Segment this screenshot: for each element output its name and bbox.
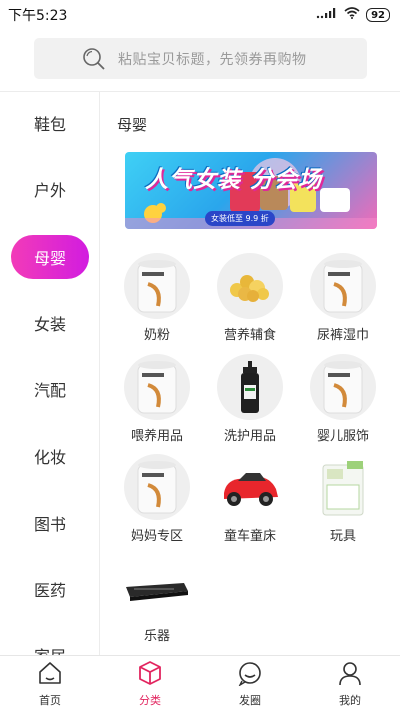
milk-powder-can-icon: [124, 354, 190, 420]
category-item-mom-zone[interactable]: 妈妈专区: [117, 454, 197, 546]
category-item-strollers-cribs[interactable]: 童车童床: [210, 454, 290, 546]
tab-label: 我的: [339, 693, 361, 707]
sidebar-item-home[interactable]: 家居: [0, 633, 99, 655]
keyboard-instrument-icon: [124, 554, 190, 620]
tab-home[interactable]: 首页: [0, 656, 100, 711]
tab-profile[interactable]: 我的: [300, 656, 400, 711]
sidebar-item-outdoor[interactable]: 户外: [0, 167, 99, 211]
search-input[interactable]: 粘贴宝贝标题，先领券再购物: [34, 38, 367, 79]
category-item-baby-food[interactable]: 营养辅食: [210, 253, 290, 345]
battery-indicator: 92: [366, 8, 390, 22]
tab-moments[interactable]: 发圈: [200, 656, 300, 711]
category-label: 妈妈专区: [130, 529, 183, 544]
section-title: 母婴: [117, 116, 148, 134]
category-item-diapers-wipes[interactable]: 尿裤湿巾: [303, 253, 383, 345]
milk-powder-can-icon: [124, 253, 190, 319]
lotion-bottle-icon: [217, 354, 283, 420]
sidebar-item-medicine[interactable]: 医药: [0, 567, 99, 611]
baby-food-icon: [217, 253, 283, 319]
sidebar-item-mother-baby[interactable]: 母婴: [11, 235, 89, 279]
home-icon: [37, 660, 63, 689]
tab-label: 发圈: [239, 693, 261, 707]
status-bar: 下午5:23 92: [0, 0, 400, 30]
tab-label: 分类: [139, 693, 161, 707]
category-label: 乐器: [143, 629, 170, 644]
milk-powder-can-icon: [310, 253, 376, 319]
banner-badge: 女装低至 9.9 折: [205, 211, 275, 226]
sidebar-item-auto-parts[interactable]: 汽配: [0, 367, 99, 411]
category-item-milk-powder[interactable]: 奶粉: [117, 253, 197, 345]
category-item-baby-clothing[interactable]: 婴儿服饰: [303, 354, 383, 446]
banner-title: 人气女装 分会场: [145, 167, 323, 193]
status-time: 下午5:23: [8, 8, 68, 24]
sidebar-item-cosmetics[interactable]: 化妆: [0, 434, 99, 478]
category-item-feeding[interactable]: 喂养用品: [117, 354, 197, 446]
chat-circle-icon: [237, 660, 263, 689]
category-label: 喂养用品: [130, 429, 183, 444]
milk-powder-can-icon: [310, 354, 376, 420]
user-icon: [337, 660, 363, 689]
tab-label: 首页: [39, 693, 61, 707]
toy-box-icon: [310, 454, 376, 520]
category-label: 营养辅食: [223, 328, 276, 343]
status-icons: 92: [316, 7, 390, 23]
category-label: 玩具: [329, 529, 356, 544]
category-item-bath-care[interactable]: 洗护用品: [210, 354, 290, 446]
category-sidebar[interactable]: 鞋包 户外 母婴 女装 汽配 化妆 图书 医药 家居: [0, 92, 100, 655]
category-label: 奶粉: [143, 328, 170, 343]
wifi-icon: [344, 7, 360, 23]
category-label: 洗护用品: [223, 429, 276, 444]
category-label: 尿裤湿巾: [316, 328, 369, 343]
toy-car-icon: [217, 454, 283, 520]
signal-icon: [316, 7, 338, 23]
milk-powder-can-icon: [124, 454, 190, 520]
sidebar-item-women-clothing[interactable]: 女装: [0, 301, 99, 345]
bottom-tab-bar: 首页 分类 发圈 我的: [0, 655, 400, 711]
tab-category[interactable]: 分类: [100, 656, 200, 711]
sidebar-item-shoes-bags[interactable]: 鞋包: [0, 101, 99, 145]
category-item-instruments[interactable]: 乐器: [117, 554, 197, 646]
category-label: 婴儿服饰: [316, 429, 369, 444]
search-icon: [82, 47, 106, 75]
search-placeholder: 粘贴宝贝标题，先领券再购物: [118, 51, 307, 68]
category-item-toys[interactable]: 玩具: [303, 454, 383, 546]
category-box-icon: [137, 660, 163, 689]
category-content: 母婴 人气女装 分会场 女装低至 9.9 折 奶粉 营养辅食 尿裤湿巾 喂养用品…: [101, 92, 400, 655]
category-label: 童车童床: [223, 529, 276, 544]
sidebar-item-books[interactable]: 图书: [0, 501, 99, 545]
promo-banner[interactable]: 人气女装 分会场 女装低至 9.9 折: [125, 152, 377, 229]
